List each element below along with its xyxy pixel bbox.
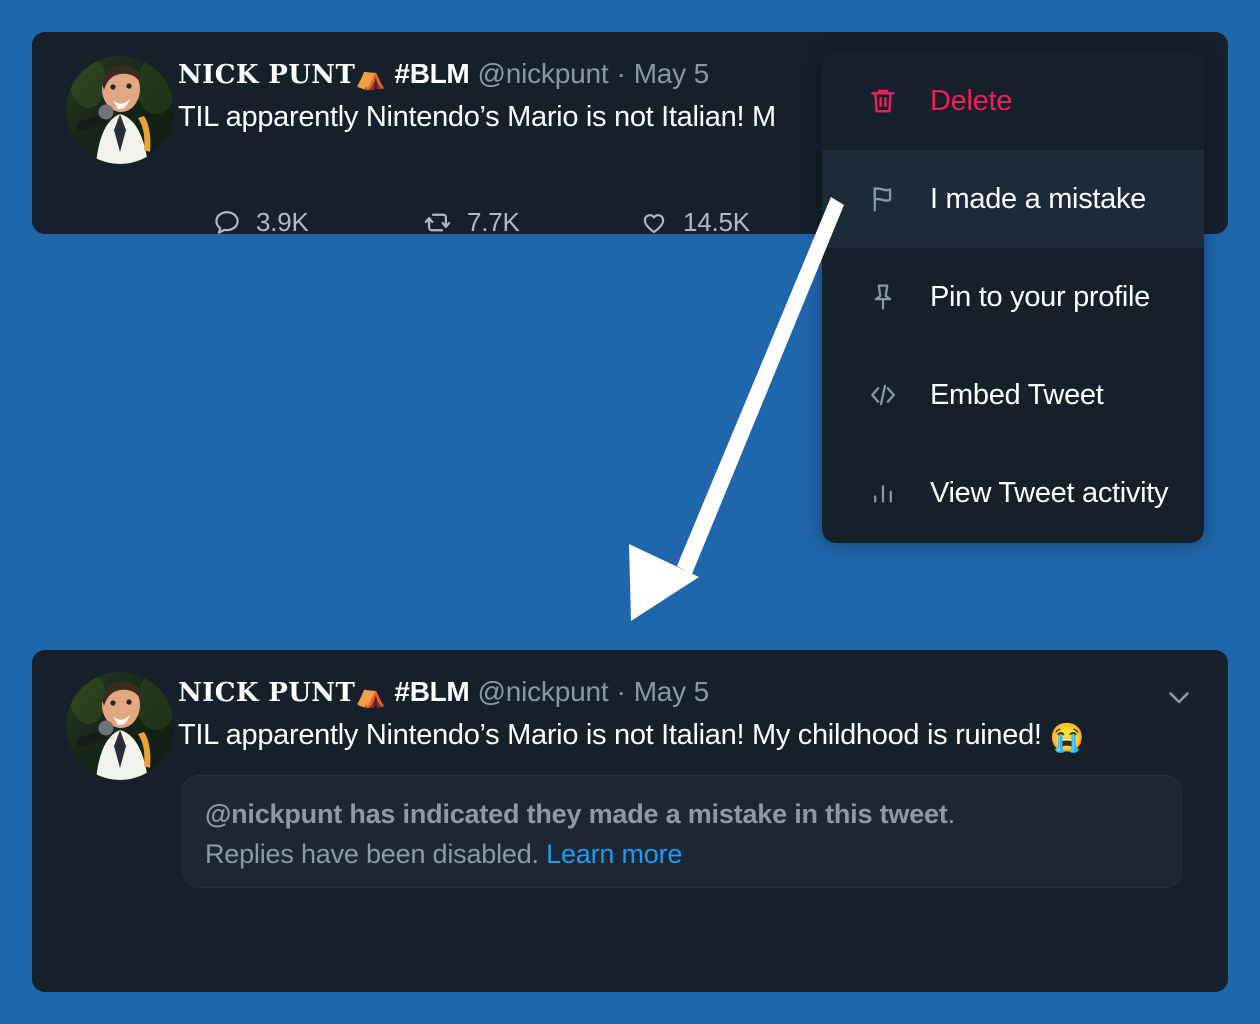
menu-item-i-made-a-mistake[interactable]: I made a mistake [822, 150, 1204, 248]
reply-count: 3.9K [256, 206, 309, 237]
menu-item-label: I made a mistake [930, 182, 1147, 215]
notice-line-2: Replies have been disabled. Learn more [205, 834, 1159, 874]
separator-dot: · [616, 58, 626, 89]
avatar[interactable] [66, 56, 174, 164]
menu-item-label: Embed Tweet [930, 378, 1104, 411]
menu-item-pin-to-your-profile[interactable]: Pin to your profile [822, 248, 1204, 346]
like-count: 14.5K [683, 206, 750, 237]
tweet-header: NICK PUNT⛺ #BLM @nickpunt · May 5 [178, 672, 1210, 712]
menu-item-label: View Tweet activity [930, 476, 1169, 509]
user-handle[interactable]: @nickpunt [478, 676, 609, 707]
trash-icon [866, 84, 906, 118]
loudly-crying-emoji: 😭 [1049, 722, 1085, 753]
bar-chart-icon [866, 476, 906, 510]
tweet-options-menu[interactable]: Delete I made a mistake Pin to your prof… [822, 52, 1204, 543]
menu-item-label: Delete [930, 84, 1013, 117]
avatar[interactable] [66, 672, 174, 780]
menu-item-label: Pin to your profile [930, 280, 1150, 313]
retweet-icon [422, 207, 453, 238]
hashtag-blm[interactable]: #BLM [394, 676, 469, 707]
reply-action[interactable]: 3.9K [212, 200, 422, 244]
separator-dot: · [616, 676, 626, 707]
user-handle[interactable]: @nickpunt [478, 58, 609, 89]
retweet-action[interactable]: 7.7K [422, 200, 639, 244]
hashtag-blm[interactable]: #BLM [394, 58, 469, 89]
speech-bubble-icon [212, 207, 242, 237]
notice-regular-text: Replies have been disabled. [205, 839, 547, 869]
learn-more-link[interactable]: Learn more [546, 839, 682, 869]
tweet-date[interactable]: May 5 [634, 58, 709, 89]
menu-item-embed-tweet[interactable]: Embed Tweet [822, 346, 1204, 444]
tweet-text-full: TIL apparently Nintendo’s Mario is not I… [178, 714, 1210, 759]
tent-emoji: ⛺ [355, 681, 387, 709]
heart-icon [639, 207, 669, 237]
code-icon [866, 378, 906, 412]
chevron-down-icon[interactable] [1162, 680, 1196, 714]
like-action[interactable]: 14.5K [639, 200, 839, 244]
tweet-text-content: TIL apparently Nintendo’s Mario is not I… [178, 719, 1050, 751]
tweet-actions-top: 3.9K 7.7K 14.5K [212, 200, 839, 244]
tent-emoji: ⛺ [355, 63, 387, 91]
tweet-date[interactable]: May 5 [634, 676, 709, 707]
notice-period: . [947, 799, 956, 829]
notice-strong-text: @nickpunt has indicated they made a mist… [205, 799, 948, 829]
menu-item-delete[interactable]: Delete [822, 52, 1204, 150]
pin-icon [866, 280, 906, 314]
display-name: NICK PUNT [178, 678, 356, 708]
menu-item-view-tweet-activity[interactable]: View Tweet activity [822, 444, 1204, 542]
mistake-notice-box: @nickpunt has indicated they made a mist… [182, 775, 1182, 888]
retweet-count: 7.7K [467, 206, 520, 237]
flag-icon [866, 182, 906, 216]
display-name: NICK PUNT [178, 60, 356, 90]
tweet-body: NICK PUNT⛺ #BLM @nickpunt · May 5 TIL ap… [178, 672, 1210, 759]
notice-line-1: @nickpunt has indicated they made a mist… [205, 794, 1159, 834]
